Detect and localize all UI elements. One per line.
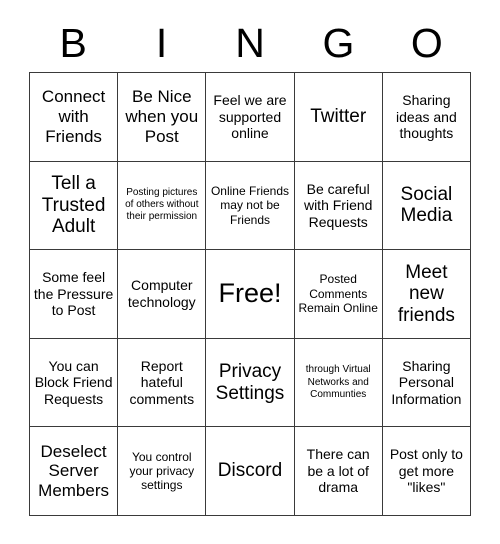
bingo-cell[interactable]: You control your privacy settings — [118, 427, 207, 516]
bingo-cell[interactable]: Be Nice when you Post — [118, 73, 207, 162]
bingo-cell[interactable]: Twitter — [294, 73, 383, 162]
bingo-header-letter-o: O — [410, 19, 443, 66]
bingo-cell[interactable]: Feel we are supported online — [206, 73, 295, 162]
bingo-cell-text: Report hateful comments — [129, 357, 195, 407]
bingo-free-cell[interactable]: Free! — [206, 250, 295, 339]
bingo-header-row: B I N G O — [29, 14, 471, 72]
bingo-cell-text: Be careful with Friend Requests — [303, 180, 373, 230]
bingo-cell[interactable]: Privacy Settings — [206, 338, 295, 428]
bingo-cell-text: through Virtual Networks and Communties — [305, 364, 371, 400]
bingo-cell-text: Connect with Friends — [41, 87, 106, 146]
bingo-cell-text: There can be a lot of drama — [306, 446, 370, 496]
bingo-cell[interactable]: There can be a lot of drama — [294, 427, 383, 516]
bingo-cell[interactable]: Computer technology — [118, 250, 207, 339]
bingo-cell-text: You can Block Friend Requests — [34, 357, 113, 407]
bingo-cell[interactable]: Report hateful comments — [118, 338, 207, 428]
bingo-cell[interactable]: Online Friends may not be Friends — [206, 161, 295, 251]
bingo-cell[interactable]: Posting pictures of others without their… — [118, 161, 207, 251]
bingo-card: B I N G O Connect with Friends Be Nice w… — [0, 0, 500, 544]
bingo-cell-text: Privacy Settings — [215, 360, 285, 404]
bingo-header-letter-n: N — [235, 19, 265, 66]
bingo-cell[interactable]: You can Block Friend Requests — [30, 338, 119, 428]
bingo-cell-text: Social Media — [400, 183, 453, 227]
bingo-cell-text: Posted Comments Remain Online — [298, 272, 378, 316]
bingo-cell[interactable]: Meet new friends — [382, 250, 471, 339]
bingo-cell-text: Online Friends may not be Friends — [210, 183, 290, 227]
bingo-cell[interactable]: Deselect Server Members — [30, 427, 119, 516]
bingo-cell-text: Discord — [217, 460, 283, 482]
bingo-header-letter-i: I — [155, 19, 168, 66]
bingo-cell-text: Some feel the Pressure to Post — [33, 269, 114, 319]
bingo-cell-text: Post only to get more "likes" — [389, 446, 463, 496]
bingo-cell[interactable]: Some feel the Pressure to Post — [30, 250, 119, 339]
bingo-cell[interactable]: Connect with Friends — [30, 73, 119, 162]
bingo-grid: Connect with Friends Be Nice when you Po… — [29, 72, 471, 516]
bingo-cell-text: Feel we are supported online — [213, 92, 287, 142]
bingo-header-letter-g: G — [322, 19, 355, 66]
bingo-cell-text: Computer technology — [127, 277, 196, 310]
bingo-cell-text: Deselect Server Members — [38, 441, 110, 501]
bingo-cell-text: Twitter — [310, 105, 367, 127]
bingo-cell[interactable]: Social Media — [382, 161, 471, 251]
bingo-cell-text: Meet new friends — [397, 261, 455, 326]
bingo-cell-text: You control your privacy settings — [129, 449, 195, 493]
bingo-cell[interactable]: Be careful with Friend Requests — [294, 161, 383, 251]
bingo-header-letter-b: B — [59, 19, 87, 66]
bingo-cell-text: Sharing ideas and thoughts — [396, 92, 457, 142]
bingo-cell[interactable]: Posted Comments Remain Online — [294, 250, 383, 339]
bingo-cell-text: Posting pictures of others without their… — [125, 187, 199, 223]
bingo-cell[interactable]: Tell a Trusted Adult — [30, 161, 119, 251]
bingo-cell-text: Free! — [218, 278, 282, 309]
bingo-cell[interactable]: through Virtual Networks and Communties — [294, 338, 383, 428]
bingo-cell[interactable]: Sharing Personal Information — [382, 338, 471, 428]
bingo-cell[interactable]: Sharing ideas and thoughts — [382, 73, 471, 162]
bingo-cell-text: Tell a Trusted Adult — [41, 172, 106, 238]
bingo-cell-text: Sharing Personal Information — [391, 357, 462, 407]
bingo-cell[interactable]: Discord — [206, 427, 295, 516]
bingo-cell[interactable]: Post only to get more "likes" — [382, 427, 471, 516]
bingo-cell-text: Be Nice when you Post — [125, 87, 199, 146]
